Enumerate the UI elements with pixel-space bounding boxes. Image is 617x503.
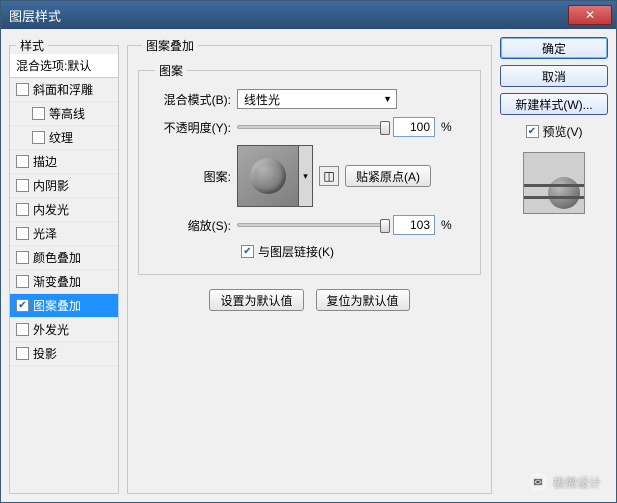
style-checkbox[interactable] (16, 275, 29, 288)
preview-checkbox[interactable]: ✔ (526, 125, 539, 138)
style-checkbox[interactable] (16, 155, 29, 168)
close-button[interactable]: ✕ (568, 5, 612, 25)
preview-label: 预览(V) (543, 123, 583, 140)
link-with-layer-row: ✔ 与图层链接(K) (241, 243, 468, 260)
opacity-unit: % (441, 120, 461, 134)
opacity-slider[interactable] (237, 125, 387, 129)
window-title: 图层样式 (9, 6, 61, 25)
preview-row: ✔ 预览(V) (500, 123, 608, 140)
style-checkbox[interactable] (16, 203, 29, 216)
style-checkbox[interactable] (16, 227, 29, 240)
pattern-swatch[interactable] (237, 145, 299, 207)
make-default-button[interactable]: 设置为默认值 (209, 289, 303, 311)
pattern-group: 图案 混合模式(B): 线性光 ▼ 不透明度(Y): 100 (138, 62, 481, 275)
sidebar-item[interactable]: 外发光 (10, 318, 118, 342)
sidebar-item-label: 斜面和浮雕 (33, 81, 93, 98)
sidebar-item-label: 颜色叠加 (33, 249, 81, 266)
pattern-preview-icon (250, 158, 286, 194)
scale-slider-thumb[interactable] (380, 219, 390, 233)
close-icon: ✕ (585, 8, 595, 22)
sidebar-item[interactable]: 投影 (10, 342, 118, 366)
blending-options-row[interactable]: 混合选项:默认 (10, 54, 118, 78)
sidebar-item[interactable]: 内发光 (10, 198, 118, 222)
sidebar-item-label: 描边 (33, 153, 57, 170)
sidebar-item[interactable]: 内阴影 (10, 174, 118, 198)
sidebar-item[interactable]: 斜面和浮雕 (10, 78, 118, 102)
titlebar: 图层样式 ✕ (1, 1, 616, 29)
sidebar-item-label: 纹理 (49, 129, 73, 146)
opacity-label: 不透明度(Y): (151, 119, 231, 136)
scale-slider[interactable] (237, 223, 387, 227)
sidebar-item-label: 内阴影 (33, 177, 69, 194)
sidebar-item[interactable]: 颜色叠加 (10, 246, 118, 270)
opacity-row: 不透明度(Y): 100 % (151, 117, 468, 137)
opacity-slider-thumb[interactable] (380, 121, 390, 135)
link-with-layer-label: 与图层链接(K) (258, 243, 334, 260)
style-checkbox[interactable] (32, 107, 45, 120)
sidebar-item-label: 外发光 (33, 321, 69, 338)
scale-row: 缩放(S): 103 % (151, 215, 468, 235)
sidebar-item[interactable]: 渐变叠加 (10, 270, 118, 294)
style-checkbox[interactable]: ✔ (16, 299, 29, 312)
cancel-button[interactable]: 取消 (500, 65, 608, 87)
blend-mode-dropdown[interactable]: 线性光 ▼ (237, 89, 397, 109)
center-panel: 图案叠加 图案 混合模式(B): 线性光 ▼ 不透明度(Y): (127, 37, 492, 494)
style-checkbox[interactable] (16, 251, 29, 264)
sidebar-item-label: 投影 (33, 345, 57, 362)
new-pattern-preset-button[interactable]: ◫ (319, 166, 339, 186)
preview-thumbnail (523, 152, 585, 214)
scale-unit: % (441, 218, 461, 232)
style-checkbox[interactable] (16, 347, 29, 360)
sidebar-item[interactable]: 等高线 (10, 102, 118, 126)
blending-options-label: 混合选项:默认 (16, 57, 91, 74)
opacity-input[interactable]: 100 (393, 117, 435, 137)
sidebar-item-label: 内发光 (33, 201, 69, 218)
style-checkbox[interactable] (16, 323, 29, 336)
chevron-down-icon: ▼ (383, 94, 392, 104)
blend-mode-label: 混合模式(B): (151, 91, 231, 108)
new-preset-icon: ◫ (323, 169, 334, 183)
scale-input[interactable]: 103 (393, 215, 435, 235)
sidebar-item[interactable]: 描边 (10, 150, 118, 174)
ok-button[interactable]: 确定 (500, 37, 608, 59)
style-checkbox[interactable] (16, 83, 29, 96)
styles-sidebar: 样式 混合选项:默认 斜面和浮雕等高线纹理描边内阴影内发光光泽颜色叠加渐变叠加 ✔… (9, 37, 119, 494)
blend-mode-row: 混合模式(B): 线性光 ▼ (151, 89, 468, 109)
pattern-legend: 图案 (155, 62, 187, 79)
pattern-label: 图案: (151, 168, 231, 185)
reset-to-default-button[interactable]: 复位为默认值 (316, 289, 410, 311)
style-checkbox[interactable] (16, 179, 29, 192)
pattern-picker-row: 图案: ▾ ◫ 贴紧原点(A) (151, 145, 468, 207)
styles-list: 混合选项:默认 斜面和浮雕等高线纹理描边内阴影内发光光泽颜色叠加渐变叠加 ✔ 图案叠… (10, 54, 118, 366)
sidebar-item[interactable]: 光泽 (10, 222, 118, 246)
sidebar-item-label: 光泽 (33, 225, 57, 242)
pattern-overlay-legend: 图案叠加 (142, 37, 198, 54)
sidebar-item-label: 图案叠加 (33, 297, 81, 314)
layer-style-dialog: 图层样式 ✕ 样式 混合选项:默认 斜面和浮雕等高线纹理描边内阴影内发光光泽颜色… (0, 0, 617, 503)
snap-to-origin-button[interactable]: 贴紧原点(A) (345, 165, 431, 187)
scale-label: 缩放(S): (151, 217, 231, 234)
style-checkbox[interactable] (32, 131, 45, 144)
pattern-overlay-group: 图案叠加 图案 混合模式(B): 线性光 ▼ 不透明度(Y): (127, 37, 492, 494)
styles-legend: 样式 (16, 37, 48, 54)
new-style-button[interactable]: 新建样式(W)... (500, 93, 608, 115)
sidebar-item-label: 渐变叠加 (33, 273, 81, 290)
sidebar-item[interactable]: ✔ 图案叠加 (10, 294, 118, 318)
pattern-swatch-dropdown[interactable]: ▾ (299, 145, 313, 207)
defaults-button-row: 设置为默认值 复位为默认值 (138, 289, 481, 311)
dialog-body: 样式 混合选项:默认 斜面和浮雕等高线纹理描边内阴影内发光光泽颜色叠加渐变叠加 ✔… (1, 29, 616, 502)
blend-mode-value: 线性光 (244, 91, 280, 108)
pattern-swatch-wrap: ▾ (237, 145, 313, 207)
sidebar-item[interactable]: 纹理 (10, 126, 118, 150)
sidebar-item-label: 等高线 (49, 105, 85, 122)
right-column: 确定 取消 新建样式(W)... ✔ 预览(V) (500, 37, 608, 494)
link-with-layer-checkbox[interactable]: ✔ (241, 245, 254, 258)
